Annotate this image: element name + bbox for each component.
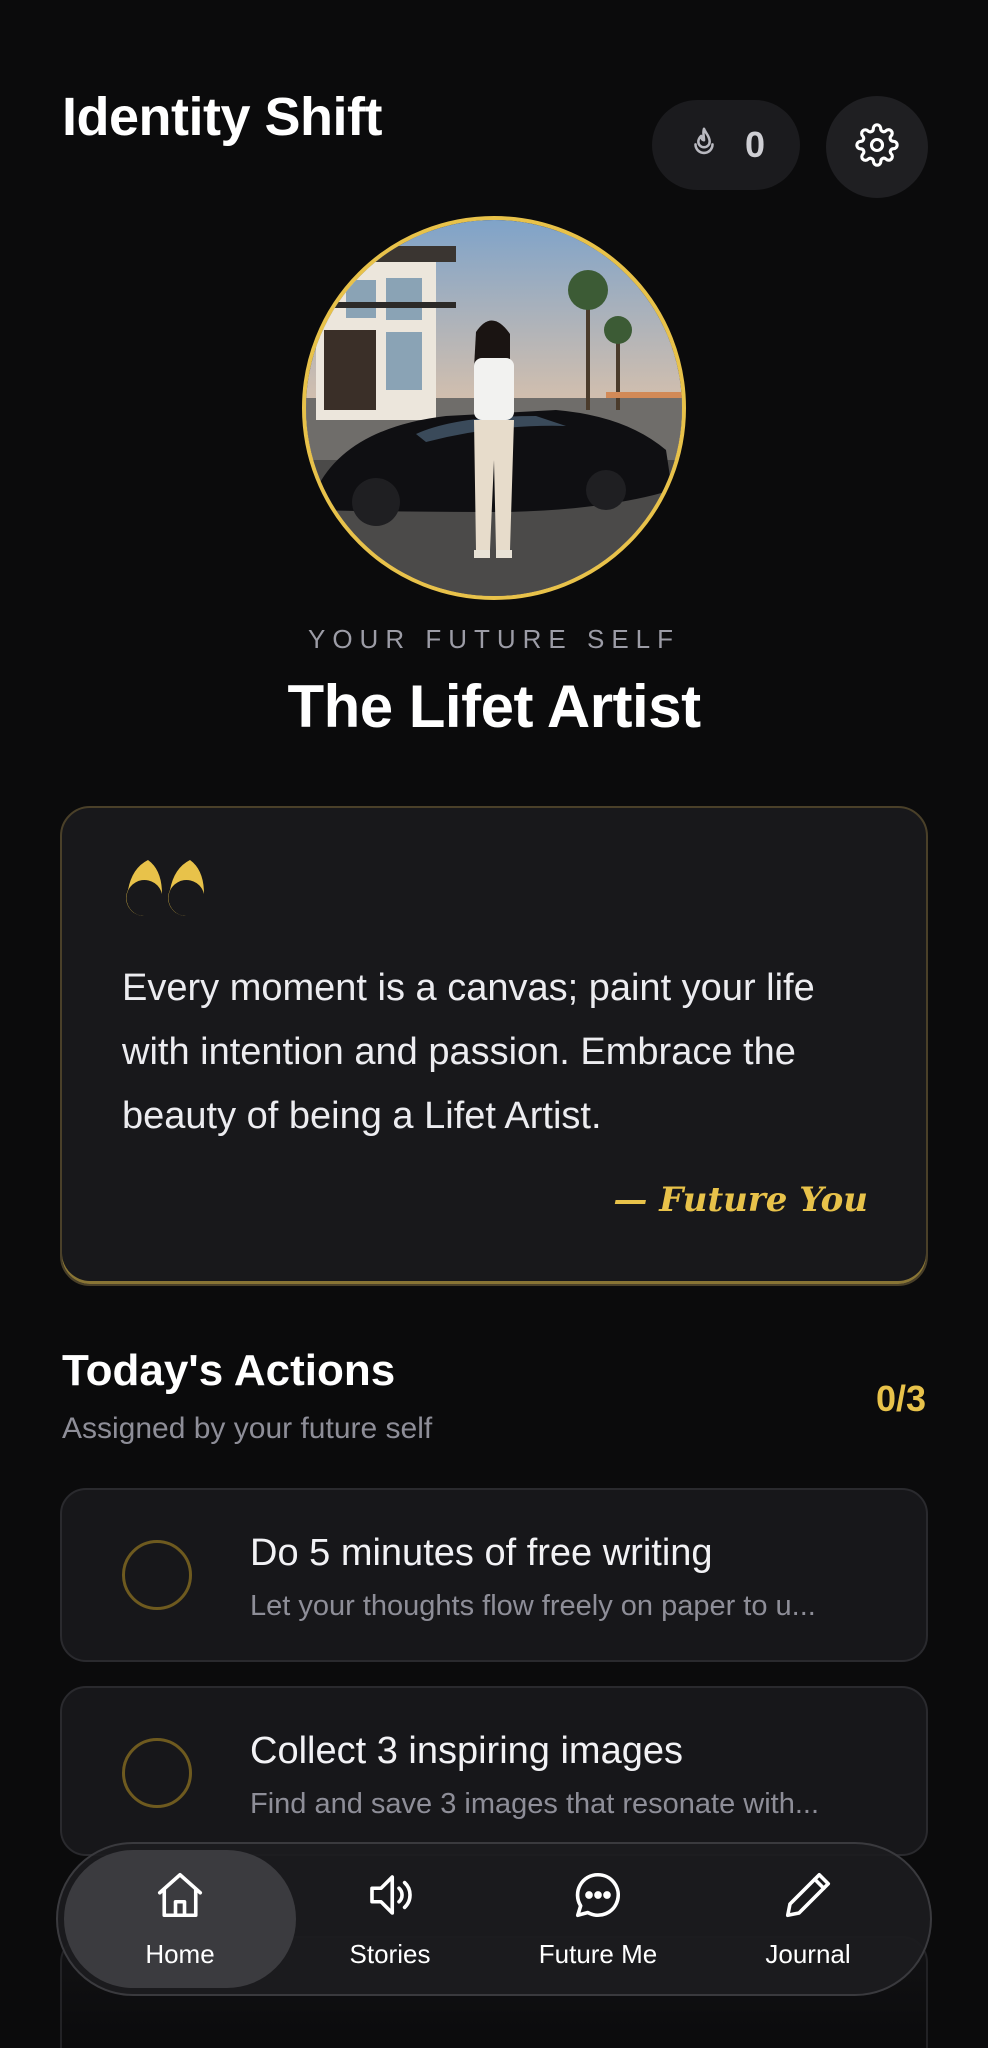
nav-home[interactable]: Home xyxy=(64,1850,296,1988)
action-title: Do 5 minutes of free writing xyxy=(250,1532,713,1574)
action-item[interactable]: Collect 3 inspiring images Find and save… xyxy=(60,1686,928,1856)
pencil-icon xyxy=(781,1868,835,1929)
app-title: Identity Shift xyxy=(62,87,382,147)
streak-counter[interactable]: 0 xyxy=(652,100,800,190)
quote-mark-icon xyxy=(126,860,206,921)
streak-count: 0 xyxy=(744,124,766,165)
nav-label: Stories xyxy=(349,1939,431,1969)
avatar-photo xyxy=(306,220,682,596)
action-checkbox[interactable] xyxy=(122,1540,192,1610)
flame-icon xyxy=(687,126,721,165)
actions-progress: 0/3 xyxy=(875,1378,926,1419)
settings-button[interactable] xyxy=(826,96,928,198)
action-title: Collect 3 inspiring images xyxy=(250,1730,683,1772)
nav-label: Journal xyxy=(765,1939,851,1969)
speaker-icon xyxy=(363,1868,417,1929)
future-self-avatar[interactable] xyxy=(302,216,686,600)
actions-subtitle: Assigned by your future self xyxy=(62,1412,433,1445)
action-description: Find and save 3 images that resonate wit… xyxy=(250,1788,820,1820)
actions-title: Today's Actions xyxy=(62,1346,396,1395)
quote-text: Every moment is a canvas; paint your lif… xyxy=(122,967,815,1137)
quote-author: — Future You xyxy=(613,1180,868,1220)
chat-icon xyxy=(571,1868,625,1929)
gear-icon xyxy=(855,122,899,172)
action-checkbox[interactable] xyxy=(122,1738,192,1808)
nav-future-me[interactable]: Future Me xyxy=(498,1850,698,1988)
identity-name: The Lifet Artist xyxy=(287,673,701,740)
nav-label: Future Me xyxy=(538,1939,658,1969)
nav-label: Home xyxy=(145,1939,215,1969)
action-description: Let your thoughts flow freely on paper t… xyxy=(250,1590,816,1622)
home-icon xyxy=(153,1868,207,1929)
nav-journal[interactable]: Journal xyxy=(708,1850,908,1988)
nav-stories[interactable]: Stories xyxy=(290,1850,490,1988)
future-self-label: YOUR FUTURE SELF xyxy=(307,624,681,654)
action-item[interactable]: Do 5 minutes of free writing Let your th… xyxy=(60,1488,928,1662)
